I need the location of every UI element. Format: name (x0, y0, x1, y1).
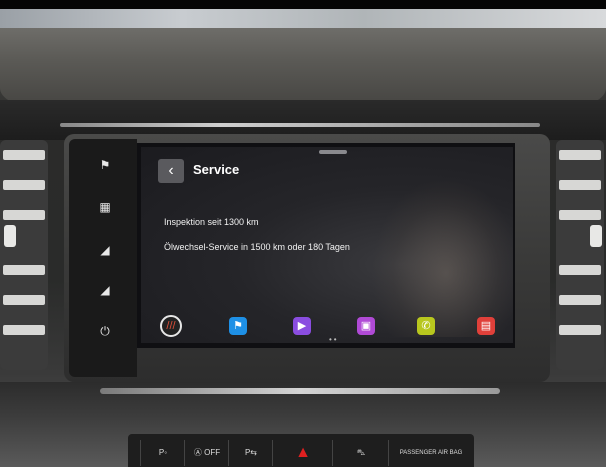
chrome-lower-line (100, 388, 500, 394)
side-button-panel (69, 139, 137, 377)
phone-icon[interactable]: ✆ (417, 317, 435, 335)
page-indicator: •• (329, 335, 339, 343)
chrome-accent-line (60, 123, 540, 127)
passenger-airbag-indicator: PASSENGER AIR BAG (388, 440, 473, 466)
radio-icon[interactable]: ▣ (357, 317, 375, 335)
back-button[interactable]: ‹ (158, 159, 184, 183)
vent-adjuster-right[interactable] (590, 225, 602, 247)
traction-control-button[interactable]: ⛍ (332, 440, 389, 466)
parking-sensor-button[interactable]: P◦ (140, 440, 185, 466)
hazard-button[interactable]: ▲ (272, 440, 333, 466)
flag-icon[interactable]: ⚑ (98, 158, 112, 172)
page-title: Service (193, 162, 240, 177)
media-icon[interactable]: ▶ (293, 317, 311, 335)
oil-service-info: Ölwechsel-Service in 1500 km oder 180 Ta… (164, 242, 350, 252)
auto-start-stop-button[interactable]: Ⓐ OFF (184, 440, 229, 466)
navigation-icon[interactable]: ⚑ (229, 317, 247, 335)
infotainment-screen: ‹ Service Inspektion seit 1300 km Ölwech… (141, 147, 513, 343)
top-black-border (0, 0, 606, 9)
vent-adjuster-left[interactable] (4, 225, 16, 247)
volume-down-icon[interactable]: ◢ (98, 283, 112, 297)
pull-down-handle[interactable] (319, 150, 347, 154)
car-dashboard-photo: ⚑ ▦ ◢ ◢ ⏻ ‹ Service Inspektion seit 1300… (0, 0, 606, 467)
home-button[interactable]: /// (160, 315, 182, 337)
screen-reflection (371, 177, 513, 337)
car-menu-icon[interactable]: ▤ (477, 317, 495, 335)
park-assist-button[interactable]: P⇆ (228, 440, 273, 466)
power-icon[interactable]: ⏻ (98, 324, 112, 338)
air-vent-right (556, 140, 604, 370)
dashboard-top (0, 28, 606, 108)
air-vent-left (0, 140, 48, 370)
volume-up-icon[interactable]: ◢ (98, 243, 112, 257)
inspection-info: Inspektion seit 1300 km (164, 217, 259, 227)
menu-grid-icon[interactable]: ▦ (98, 200, 112, 214)
